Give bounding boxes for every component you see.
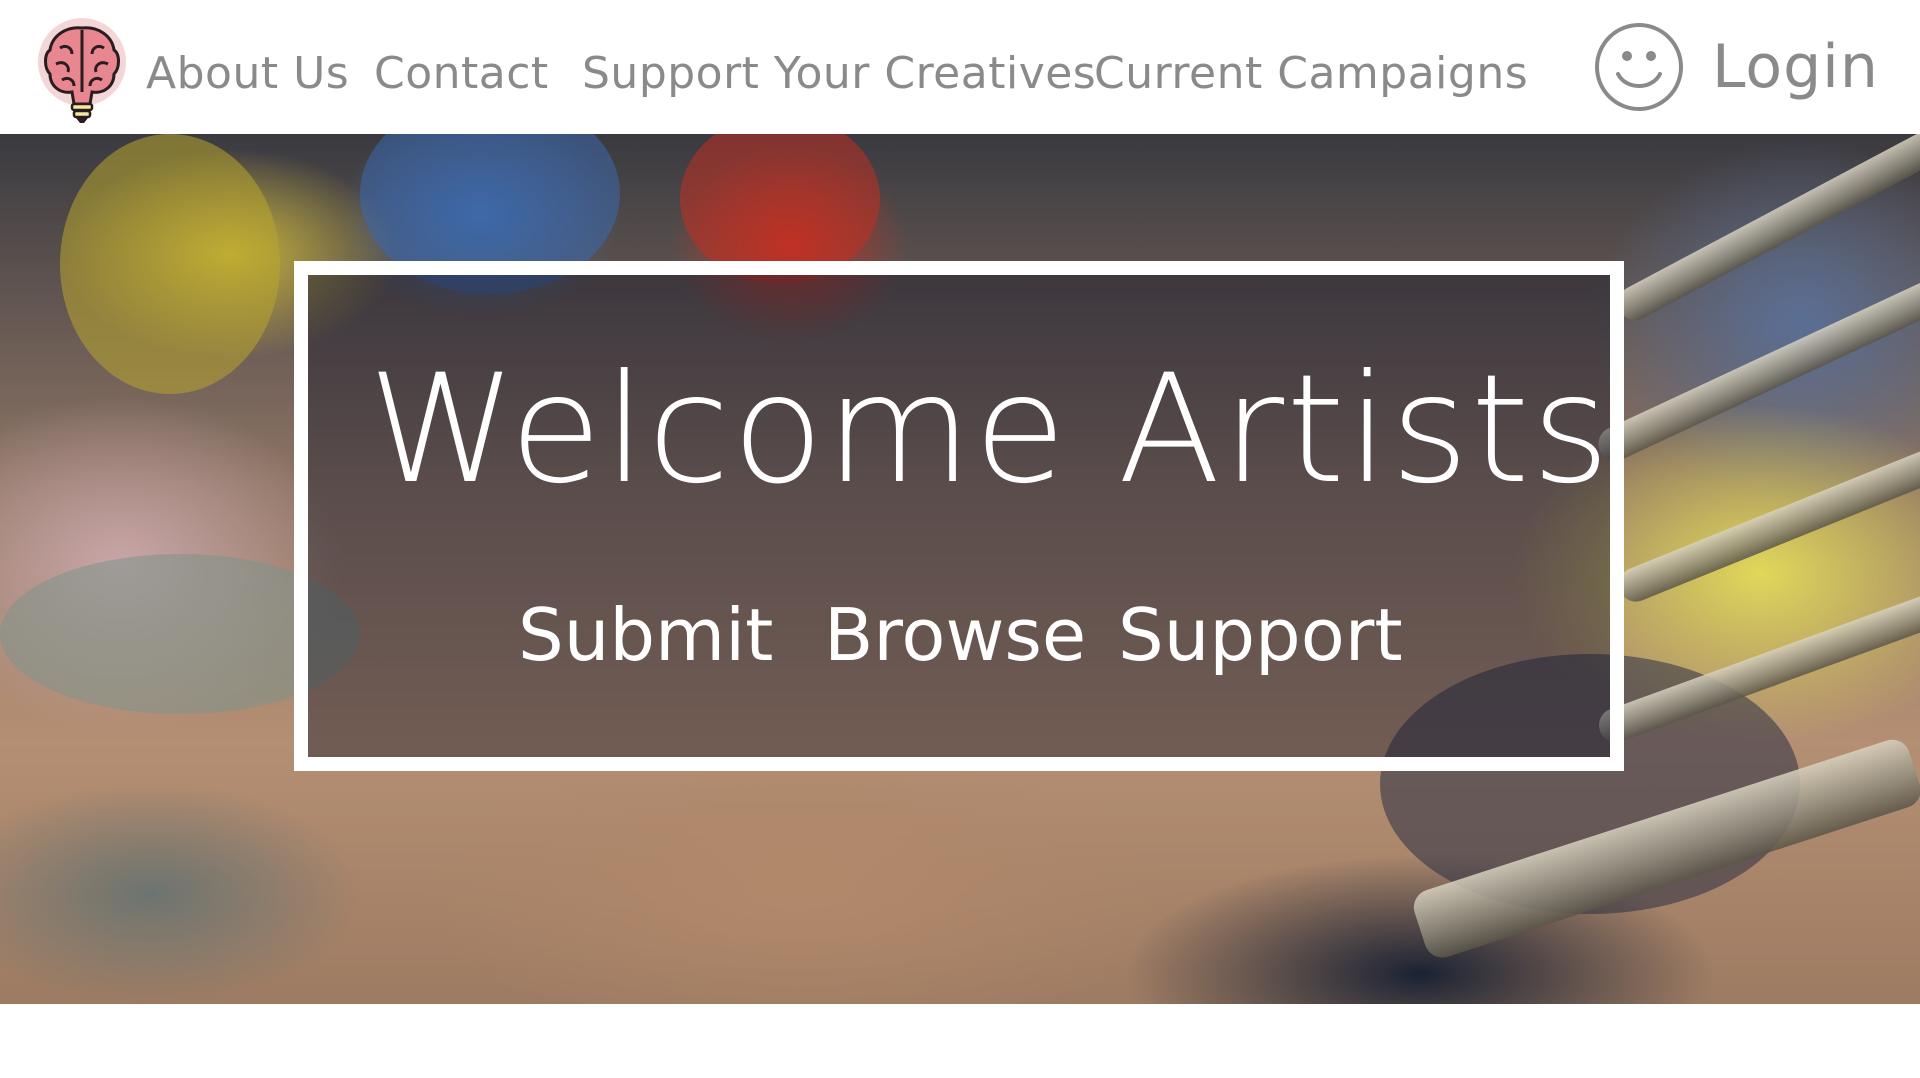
paint-tube-yellow <box>60 134 280 394</box>
nav-link-support-your-creatives[interactable]: Support Your Creatives <box>582 44 1096 104</box>
login-link[interactable]: Login <box>1712 32 1879 102</box>
brain-logo-icon[interactable] <box>38 18 130 124</box>
nav-link-contact[interactable]: Contact <box>374 44 549 104</box>
hero-title: Welcome Artists <box>368 343 1612 517</box>
smiley-face-icon[interactable] <box>1594 22 1684 112</box>
top-navigation-bar: About Us Contact Support Your Creatives … <box>0 0 1920 134</box>
nav-link-current-campaigns[interactable]: Current Campaigns <box>1094 44 1528 104</box>
paintbrush <box>1612 134 1920 327</box>
hero-frame: Welcome Artists Submit Browse Support <box>294 261 1624 771</box>
hero-banner: Welcome Artists Submit Browse Support <box>0 134 1920 1004</box>
support-link[interactable]: Support <box>1118 595 1403 675</box>
nav-link-about-us[interactable]: About Us <box>146 44 349 104</box>
submit-link[interactable]: Submit <box>518 595 773 675</box>
paintbrush <box>1613 440 1920 607</box>
browse-link[interactable]: Browse <box>824 595 1086 675</box>
